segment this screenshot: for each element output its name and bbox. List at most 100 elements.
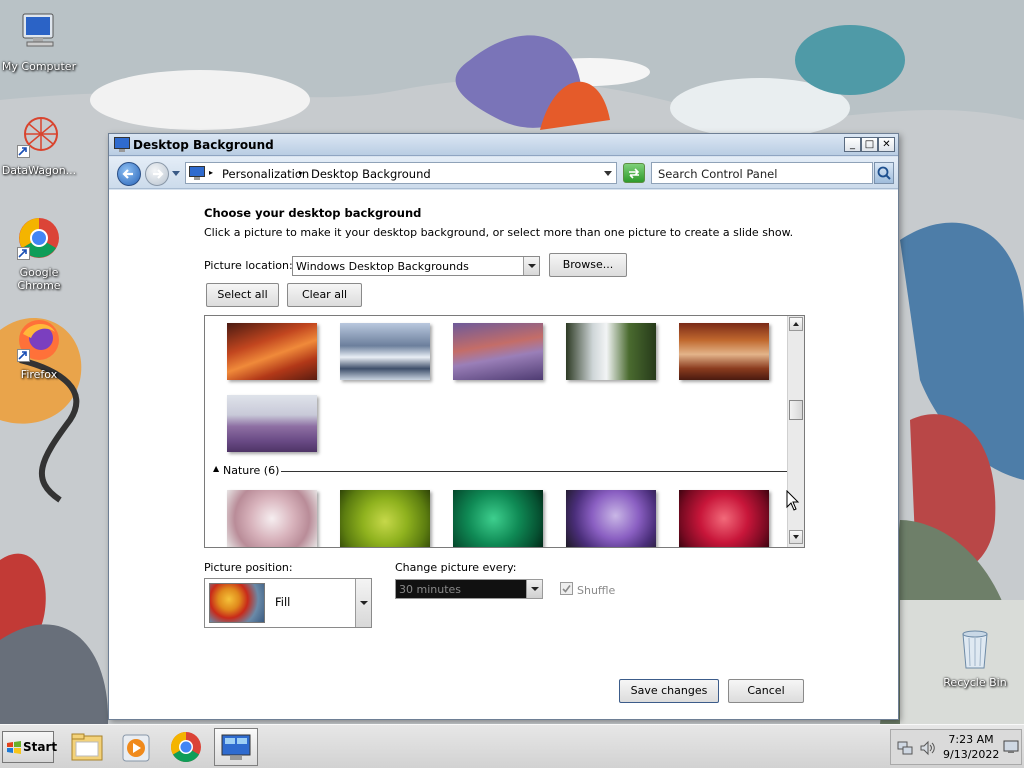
search-icon — [877, 166, 891, 180]
wallpaper-thumbnail[interactable] — [340, 490, 430, 547]
page-heading: Choose your desktop background — [204, 206, 422, 220]
wallpaper-thumbnail[interactable] — [679, 323, 769, 380]
save-changes-button[interactable]: Save changes — [619, 679, 719, 703]
start-label: Start — [23, 740, 58, 754]
minimize-button[interactable]: _ — [844, 137, 861, 152]
scroll-down-button[interactable] — [789, 530, 803, 544]
chevron-down-icon — [793, 535, 799, 539]
taskbar-media-player[interactable] — [114, 728, 158, 766]
desktop-background-window: Desktop Background _ □ ✕ ▸ Personalizati… — [108, 133, 899, 720]
desktop-icon-label: Recycle Bin — [943, 676, 1007, 689]
chrome-icon — [170, 732, 201, 763]
refresh-button[interactable] — [623, 163, 645, 183]
desktop-icon-my-computer[interactable]: My Computer — [0, 8, 78, 73]
wallpaper-thumbnail[interactable] — [453, 490, 543, 547]
media-player-icon — [122, 734, 150, 762]
change-picture-interval-value: 30 minutes — [399, 583, 462, 596]
collapse-arrow-icon[interactable]: ▲ — [213, 464, 219, 473]
desktop-icon-google-chrome[interactable]: Google Chrome — [0, 214, 78, 292]
forward-button[interactable] — [145, 162, 169, 186]
scroll-up-button[interactable] — [789, 317, 803, 331]
breadcrumb-desktop-background[interactable]: Desktop Background — [311, 167, 431, 181]
control-panel-icon — [114, 137, 130, 152]
clock-date[interactable]: 9/13/2022 — [943, 748, 999, 761]
navigation-bar: ▸ Personalization ▸ Desktop Background S… — [109, 157, 898, 189]
datawagon-icon — [15, 112, 63, 160]
desktop-icon-label: DataWagon... — [1, 164, 77, 177]
arrow-left-icon — [122, 169, 133, 179]
chevron-up-icon — [793, 322, 799, 326]
computer-icon — [15, 8, 63, 56]
checkmark-icon — [562, 585, 571, 593]
wallpaper-thumbnail[interactable] — [566, 490, 656, 547]
picture-position-select[interactable]: Fill — [204, 578, 372, 628]
group-title: Nature (6) — [223, 464, 280, 477]
wallpaper-thumbnail[interactable] — [453, 323, 543, 380]
select-all-button[interactable]: Select all — [206, 283, 279, 307]
shortcut-arrow-icon — [17, 349, 30, 362]
picture-gallery: ▲ Nature (6) — [204, 315, 805, 548]
cancel-button[interactable]: Cancel — [728, 679, 804, 703]
picture-position-label: Picture position: — [204, 561, 293, 574]
desktop-icon-recycle-bin[interactable]: Recycle Bin — [936, 624, 1014, 689]
windows-logo-icon — [7, 741, 21, 754]
close-button[interactable]: ✕ — [878, 137, 895, 152]
wallpaper-thumbnail[interactable] — [340, 323, 430, 380]
chevron-down-icon — [526, 580, 542, 598]
wallpaper-thumbnail[interactable] — [679, 490, 769, 547]
taskbar-control-panel[interactable] — [214, 728, 258, 766]
picture-location-label: Picture location: — [204, 259, 293, 272]
gallery-scrollbar[interactable] — [787, 316, 804, 547]
wallpaper-thumbnail[interactable] — [227, 395, 317, 452]
mouse-cursor-icon — [786, 490, 800, 511]
change-picture-interval-select[interactable]: 30 minutes — [395, 579, 543, 599]
network-icon[interactable] — [897, 740, 913, 756]
fill-preview-image — [209, 583, 265, 623]
taskbar-google-chrome[interactable] — [164, 728, 208, 766]
breadcrumb-separator-icon: ▸ — [299, 168, 304, 177]
shuffle-checkbox[interactable] — [560, 582, 573, 595]
scroll-thumb[interactable] — [789, 400, 803, 420]
window-title: Desktop Background — [133, 138, 274, 152]
system-tray: 7:23 AM 9/13/2022 — [890, 729, 1022, 765]
breadcrumb-personalization[interactable]: Personalization — [222, 167, 309, 181]
group-divider — [281, 471, 789, 472]
back-button[interactable] — [117, 162, 141, 186]
chrome-icon — [15, 214, 63, 262]
search-placeholder: Search Control Panel — [658, 167, 778, 181]
control-panel-icon — [221, 734, 251, 760]
search-input[interactable]: Search Control Panel — [651, 162, 873, 184]
desktop-icon-label: Google Chrome — [17, 266, 61, 292]
clock-time[interactable]: 7:23 AM — [943, 733, 999, 746]
browse-button[interactable]: Browse... — [549, 253, 627, 277]
desktop-icon-datawagon[interactable]: DataWagon... — [0, 112, 78, 177]
control-panel-icon — [189, 165, 205, 184]
recent-pages-chevron-icon[interactable] — [172, 171, 180, 176]
firefox-icon — [15, 316, 63, 364]
clear-all-button[interactable]: Clear all — [287, 283, 362, 307]
chevron-down-icon — [355, 579, 371, 627]
wallpaper-thumbnail[interactable] — [227, 490, 317, 547]
address-bar[interactable]: ▸ Personalization ▸ Desktop Background — [185, 162, 617, 184]
desktop-icon-firefox[interactable]: Firefox — [0, 316, 78, 381]
volume-icon[interactable] — [919, 740, 937, 756]
wallpaper-thumbnail[interactable] — [566, 323, 656, 380]
breadcrumb-separator-icon: ▸ — [209, 168, 214, 177]
start-button[interactable]: Start — [2, 731, 58, 763]
search-button[interactable] — [874, 162, 894, 184]
wallpaper-thumbnail[interactable] — [227, 323, 317, 380]
picture-location-value: Windows Desktop Backgrounds — [296, 260, 469, 273]
picture-position-value: Fill — [275, 595, 291, 609]
desktop-icon-label: Firefox — [20, 368, 58, 381]
maximize-button[interactable]: □ — [861, 137, 878, 152]
shuffle-label: Shuffle — [577, 584, 616, 597]
desktop-icon-label: My Computer — [1, 60, 77, 73]
taskbar-file-explorer[interactable] — [64, 728, 108, 766]
file-explorer-icon — [71, 733, 103, 761]
title-bar[interactable]: Desktop Background _ □ ✕ — [109, 134, 898, 156]
group-header-nature[interactable]: ▲ Nature (6) — [213, 464, 789, 478]
picture-location-select[interactable]: Windows Desktop Backgrounds — [292, 256, 540, 276]
show-desktop-icon[interactable] — [1003, 740, 1019, 754]
address-dropdown-icon[interactable] — [604, 171, 612, 176]
recycle-bin-icon — [951, 624, 999, 672]
